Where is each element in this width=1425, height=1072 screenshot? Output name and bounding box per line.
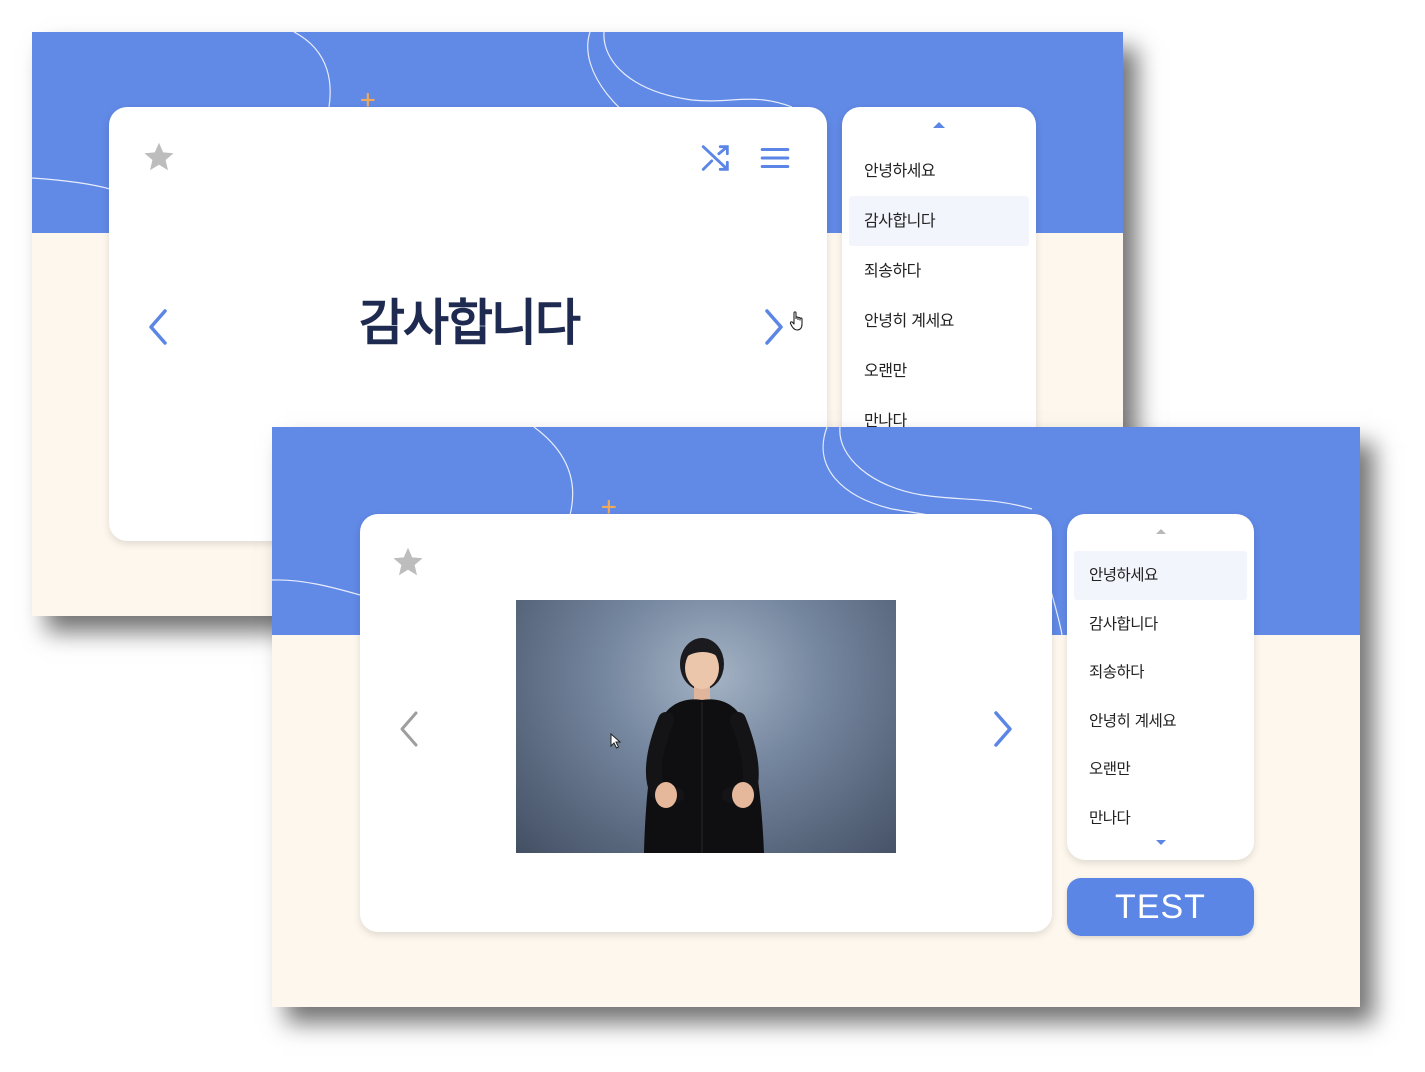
chevron-right-icon[interactable] [761, 307, 787, 347]
list-item[interactable]: 죄송하다 [849, 246, 1029, 296]
list-item[interactable]: 오랜만 [849, 346, 1029, 396]
list-item-selected[interactable]: 안녕하세요 [1074, 551, 1247, 600]
word-list: 안녕하세요 감사합니다 죄송하다 안녕히 계세요 오랜만 만나다 [1074, 551, 1247, 842]
list-item[interactable]: 만나다 [1074, 794, 1247, 843]
word-list: 안녕하세요 감사합니다 죄송하다 안녕히 계세요 오랜만 만나다 [849, 146, 1029, 446]
list-item[interactable]: 죄송하다 [1074, 648, 1247, 697]
flashcard [360, 514, 1052, 932]
arrow-cursor-icon [610, 733, 622, 749]
menu-icon[interactable] [757, 141, 793, 175]
interpreter-figure [644, 638, 764, 853]
flashcard-word: 감사합니다 [359, 294, 581, 352]
test-button[interactable]: TEST [1067, 878, 1254, 936]
list-item[interactable]: 안녕히 계세요 [1074, 697, 1247, 746]
flashcard-video-screen: + 안녕하세요 감사합니다 죄송하다 안녕히 계세요 오랜만 만나다 TEST [272, 427, 1360, 1007]
list-item[interactable]: 감사합니다 [1074, 600, 1247, 649]
chevron-right-icon[interactable] [990, 709, 1016, 749]
list-item-selected[interactable]: 감사합니다 [849, 196, 1029, 246]
scroll-up-icon[interactable] [1155, 528, 1167, 535]
shuffle-icon[interactable] [699, 141, 733, 175]
list-item[interactable]: 안녕하세요 [849, 146, 1029, 196]
star-icon[interactable] [141, 139, 177, 175]
list-item[interactable]: 안녕히 계세요 [849, 296, 1029, 346]
sign-language-video[interactable] [516, 600, 896, 853]
scroll-down-icon[interactable] [1155, 839, 1167, 846]
list-item[interactable]: 오랜만 [1074, 745, 1247, 794]
chevron-left-icon[interactable] [145, 307, 171, 347]
star-icon[interactable] [390, 544, 426, 580]
hand-cursor-icon [789, 311, 803, 331]
chevron-left-icon[interactable] [396, 709, 422, 749]
scroll-up-icon[interactable] [932, 121, 946, 129]
word-list-panel: 안녕하세요 감사합니다 죄송하다 안녕히 계세요 오랜만 만나다 [1067, 514, 1254, 860]
